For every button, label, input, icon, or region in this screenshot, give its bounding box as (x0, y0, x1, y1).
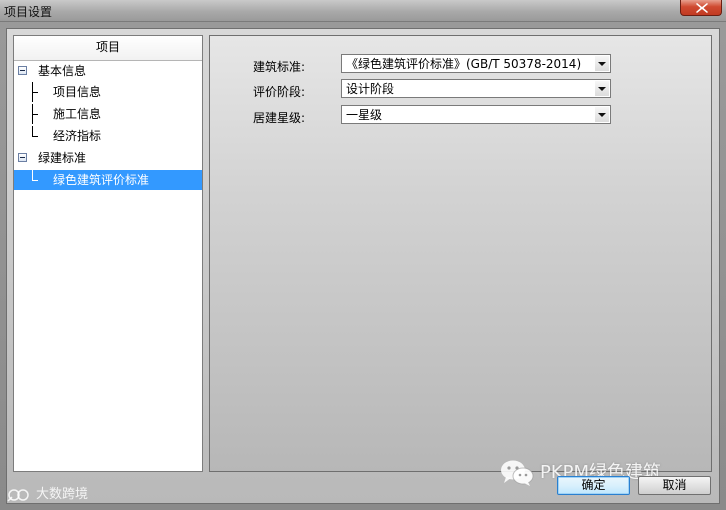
dashu-watermark-text: 大数跨境 (36, 487, 89, 502)
building-standard-value: 《绿色建筑评价标准》(GB/T 50378-2014) (346, 57, 582, 71)
evaluation-stage-value: 设计阶段 (346, 82, 395, 96)
building-standard-select[interactable]: 《绿色建筑评价标准》(GB/T 50378-2014) (341, 54, 611, 73)
wechat-icon (501, 460, 534, 486)
tree-connector (32, 114, 38, 115)
tree-connector (32, 136, 38, 137)
tree-connector (32, 92, 38, 93)
evaluation-stage-label: 评价阶段: (253, 85, 306, 99)
tree-node-label: 绿建标准 (38, 151, 87, 165)
dashu-watermark: 大数跨境 (6, 484, 88, 506)
tree-node-label: 基本信息 (38, 64, 87, 78)
title-bar: 项目设置 (0, 0, 726, 22)
residential-star-value: 一星级 (346, 108, 383, 122)
dropdown-arrow-icon[interactable] (595, 107, 609, 122)
tree-connector (32, 126, 33, 136)
tree-node-label: 绿色建筑评价标准 (53, 173, 150, 187)
tree-connector (32, 180, 38, 181)
evaluation-stage-select[interactable]: 设计阶段 (341, 79, 611, 98)
close-button[interactable] (680, 0, 722, 16)
settings-form-panel (209, 35, 712, 472)
tree-header: 项目 (14, 36, 202, 61)
tree-node-label: 经济指标 (53, 129, 102, 143)
tree-connector (32, 170, 33, 180)
tree-node-project-info[interactable]: 项目信息 (14, 82, 202, 102)
tree-node-economic-index[interactable]: 经济指标 (14, 126, 202, 146)
residential-star-label: 居建星级: (253, 111, 306, 125)
tree-node-green-standard[interactable]: 绿建标准 (14, 148, 202, 168)
window-title: 项目设置 (4, 5, 53, 19)
dropdown-arrow-icon[interactable] (595, 56, 609, 71)
tree-node-basic-info[interactable]: 基本信息 (14, 61, 202, 81)
close-icon (696, 3, 708, 13)
tree-node-construction-info[interactable]: 施工信息 (14, 104, 202, 124)
tree-node-label: 施工信息 (53, 107, 102, 121)
dashu-logo-icon (7, 488, 29, 502)
collapse-icon[interactable] (18, 66, 27, 75)
collapse-icon[interactable] (18, 153, 27, 162)
tree-node-green-building-evaluation-standard[interactable]: 绿色建筑评价标准 (14, 170, 202, 190)
project-tree: 项目 基本信息 项目信息 施工信息 经济指标 绿建标准 绿色建筑评价标准 (13, 35, 203, 472)
tree-node-label: 项目信息 (53, 85, 102, 99)
dropdown-arrow-icon[interactable] (595, 81, 609, 96)
building-standard-label: 建筑标准: (253, 60, 306, 74)
ok-button[interactable]: 确定 (557, 476, 630, 495)
cancel-button[interactable]: 取消 (638, 476, 711, 495)
residential-star-select[interactable]: 一星级 (341, 105, 611, 124)
